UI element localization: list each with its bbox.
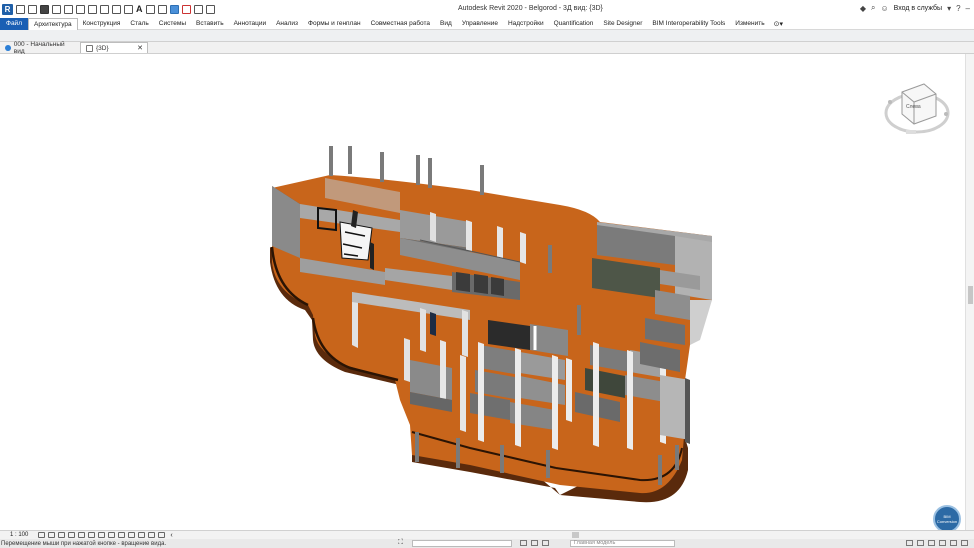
- ribbon-tabs: Файл Архитектура Конструкция Сталь Систе…: [0, 17, 974, 30]
- editable-only-icon[interactable]: [520, 540, 527, 546]
- selection-icons: [906, 540, 968, 546]
- cart-icon[interactable]: ▾: [947, 4, 951, 13]
- title-bar: R A Autodesk Revit 2020 - Belgorod - 3Д …: [0, 0, 974, 18]
- ribbon-toggle-group: ⊙▾: [774, 20, 783, 28]
- revit-logo-icon[interactable]: R: [2, 3, 13, 15]
- temp-hide-icon[interactable]: [118, 532, 126, 538]
- tab-analyze[interactable]: Анализ: [271, 18, 303, 30]
- 3d-house-icon: [86, 44, 93, 52]
- info-center-icon[interactable]: ◆: [860, 4, 866, 13]
- 3d-view-icon[interactable]: [145, 4, 155, 14]
- redo-icon[interactable]: [76, 4, 85, 14]
- horizontal-scrollbar-thumb[interactable]: [572, 532, 579, 538]
- switch-windows-icon[interactable]: [193, 4, 203, 14]
- building-model: [270, 146, 712, 503]
- sign-in-label[interactable]: Вход в службы: [894, 5, 942, 12]
- model-field[interactable]: Главная модель: [570, 540, 675, 547]
- user-icon[interactable]: ☺: [880, 4, 888, 13]
- tab-label: {3D}: [96, 44, 109, 52]
- detail-level-icon[interactable]: [38, 532, 46, 538]
- viewcube-face-label: Слева: [906, 104, 921, 110]
- title-right-group: ◆ ⌕ ☺ Вход в службы ▾ ? –: [860, 3, 970, 13]
- help-icon[interactable]: ?: [956, 4, 960, 13]
- worksharing-icon[interactable]: [138, 532, 146, 538]
- dimension-icon[interactable]: [112, 4, 121, 14]
- folder-icon[interactable]: [28, 4, 37, 14]
- crop-view-icon[interactable]: [88, 532, 96, 538]
- tab-systems[interactable]: Системы: [154, 18, 191, 30]
- scrollbar-thumb[interactable]: [968, 286, 973, 304]
- visual-style-icon[interactable]: [48, 532, 56, 538]
- sun-path-icon[interactable]: [58, 532, 66, 538]
- tab-site-designer[interactable]: Site Designer: [598, 18, 647, 30]
- lock-view-icon[interactable]: [108, 532, 116, 538]
- binoculars-icon[interactable]: ⌕: [871, 3, 875, 13]
- viewcube[interactable]: Слева: [884, 78, 954, 140]
- status-icons: [520, 540, 549, 546]
- undo-icon[interactable]: [64, 4, 73, 14]
- text-tool-icon[interactable]: A: [136, 4, 143, 14]
- close-tab-icon[interactable]: ✕: [137, 44, 143, 52]
- view-scale[interactable]: 1 : 100: [0, 532, 38, 538]
- tab-annotate[interactable]: Аннотации: [229, 18, 272, 30]
- sync-icon[interactable]: [52, 4, 61, 14]
- analytical-icon[interactable]: [148, 532, 156, 538]
- tab-steel[interactable]: Сталь: [125, 18, 153, 30]
- navigation-wheel-icon[interactable]: BIM Conversion: [933, 505, 961, 533]
- render-icon[interactable]: [78, 532, 86, 538]
- reveal-hidden-icon[interactable]: [128, 532, 136, 538]
- tab-insert[interactable]: Вставить: [191, 18, 229, 30]
- tab-addins[interactable]: Надстройки: [503, 18, 549, 30]
- tab-manage[interactable]: Управление: [457, 18, 503, 30]
- tab-modify[interactable]: Изменить: [730, 18, 769, 30]
- select-by-face-icon[interactable]: [939, 540, 946, 546]
- scroll-left-icon[interactable]: ‹: [170, 532, 172, 539]
- tab-quantification[interactable]: Quantification: [549, 18, 599, 30]
- tab-structure[interactable]: Конструкция: [78, 18, 126, 30]
- show-crop-icon[interactable]: [98, 532, 106, 538]
- section-icon[interactable]: [157, 4, 167, 14]
- tab-file[interactable]: Файл: [0, 17, 28, 30]
- tab-massing-site[interactable]: Формы и генплан: [303, 18, 366, 30]
- tab-start-view[interactable]: 000 - Начальный вид: [0, 40, 80, 55]
- view-tab-bar: 000 - Начальный вид {3D} ✕: [0, 40, 974, 55]
- minimize-icon[interactable]: –: [966, 4, 970, 13]
- design-options-icon[interactable]: [531, 540, 538, 546]
- measure-icon[interactable]: [100, 4, 109, 14]
- view-icon: [5, 44, 11, 51]
- tab-view[interactable]: Вид: [435, 18, 457, 30]
- tab-3d-view[interactable]: {3D} ✕: [80, 42, 148, 53]
- tab-label: 000 - Начальный вид: [13, 40, 65, 55]
- 3d-viewport[interactable]: [0, 54, 965, 530]
- highlight-displacement-icon[interactable]: [158, 532, 166, 538]
- thin-lines-icon[interactable]: [169, 4, 179, 14]
- status-message: Перемещение мыши при нажатой кнопке - вр…: [1, 540, 167, 547]
- select-pinned-icon[interactable]: [928, 540, 935, 546]
- save-icon[interactable]: [40, 4, 49, 14]
- tab-bim-interoperability[interactable]: BIM Interoperability Tools: [647, 18, 730, 30]
- vertical-scrollbar[interactable]: [965, 54, 974, 530]
- workset-icon[interactable]: ⛶: [398, 539, 403, 547]
- close-hidden-icon[interactable]: [181, 4, 191, 14]
- drag-elements-icon[interactable]: [950, 540, 957, 546]
- nav-badge-label: BIM Conversion: [936, 514, 958, 524]
- select-links-icon[interactable]: [906, 540, 913, 546]
- view-control-bar: 1 : 100 ‹: [0, 530, 974, 539]
- print-icon[interactable]: [88, 4, 97, 14]
- quick-access-toolbar: R A: [0, 0, 215, 18]
- workset-field[interactable]: [412, 540, 512, 547]
- ribbon-minimize-icon[interactable]: ⊙▾: [774, 20, 783, 28]
- window-title: Autodesk Revit 2020 - Belgorod - 3Д вид:…: [458, 5, 603, 12]
- select-underlay-icon[interactable]: [917, 540, 924, 546]
- tab-collaborate[interactable]: Совместная работа: [366, 18, 435, 30]
- tab-architecture[interactable]: Архитектура: [27, 17, 78, 30]
- shadows-icon[interactable]: [68, 532, 76, 538]
- customize-qat-icon[interactable]: [205, 4, 215, 14]
- filter-icon[interactable]: [961, 540, 968, 546]
- tag-icon[interactable]: [124, 4, 133, 14]
- open-icon[interactable]: [16, 4, 25, 14]
- ribbon-panel-collapsed: [0, 30, 974, 42]
- exclude-options-icon[interactable]: [542, 540, 549, 546]
- status-bar: Перемещение мыши при нажатой кнопке - вр…: [0, 539, 974, 548]
